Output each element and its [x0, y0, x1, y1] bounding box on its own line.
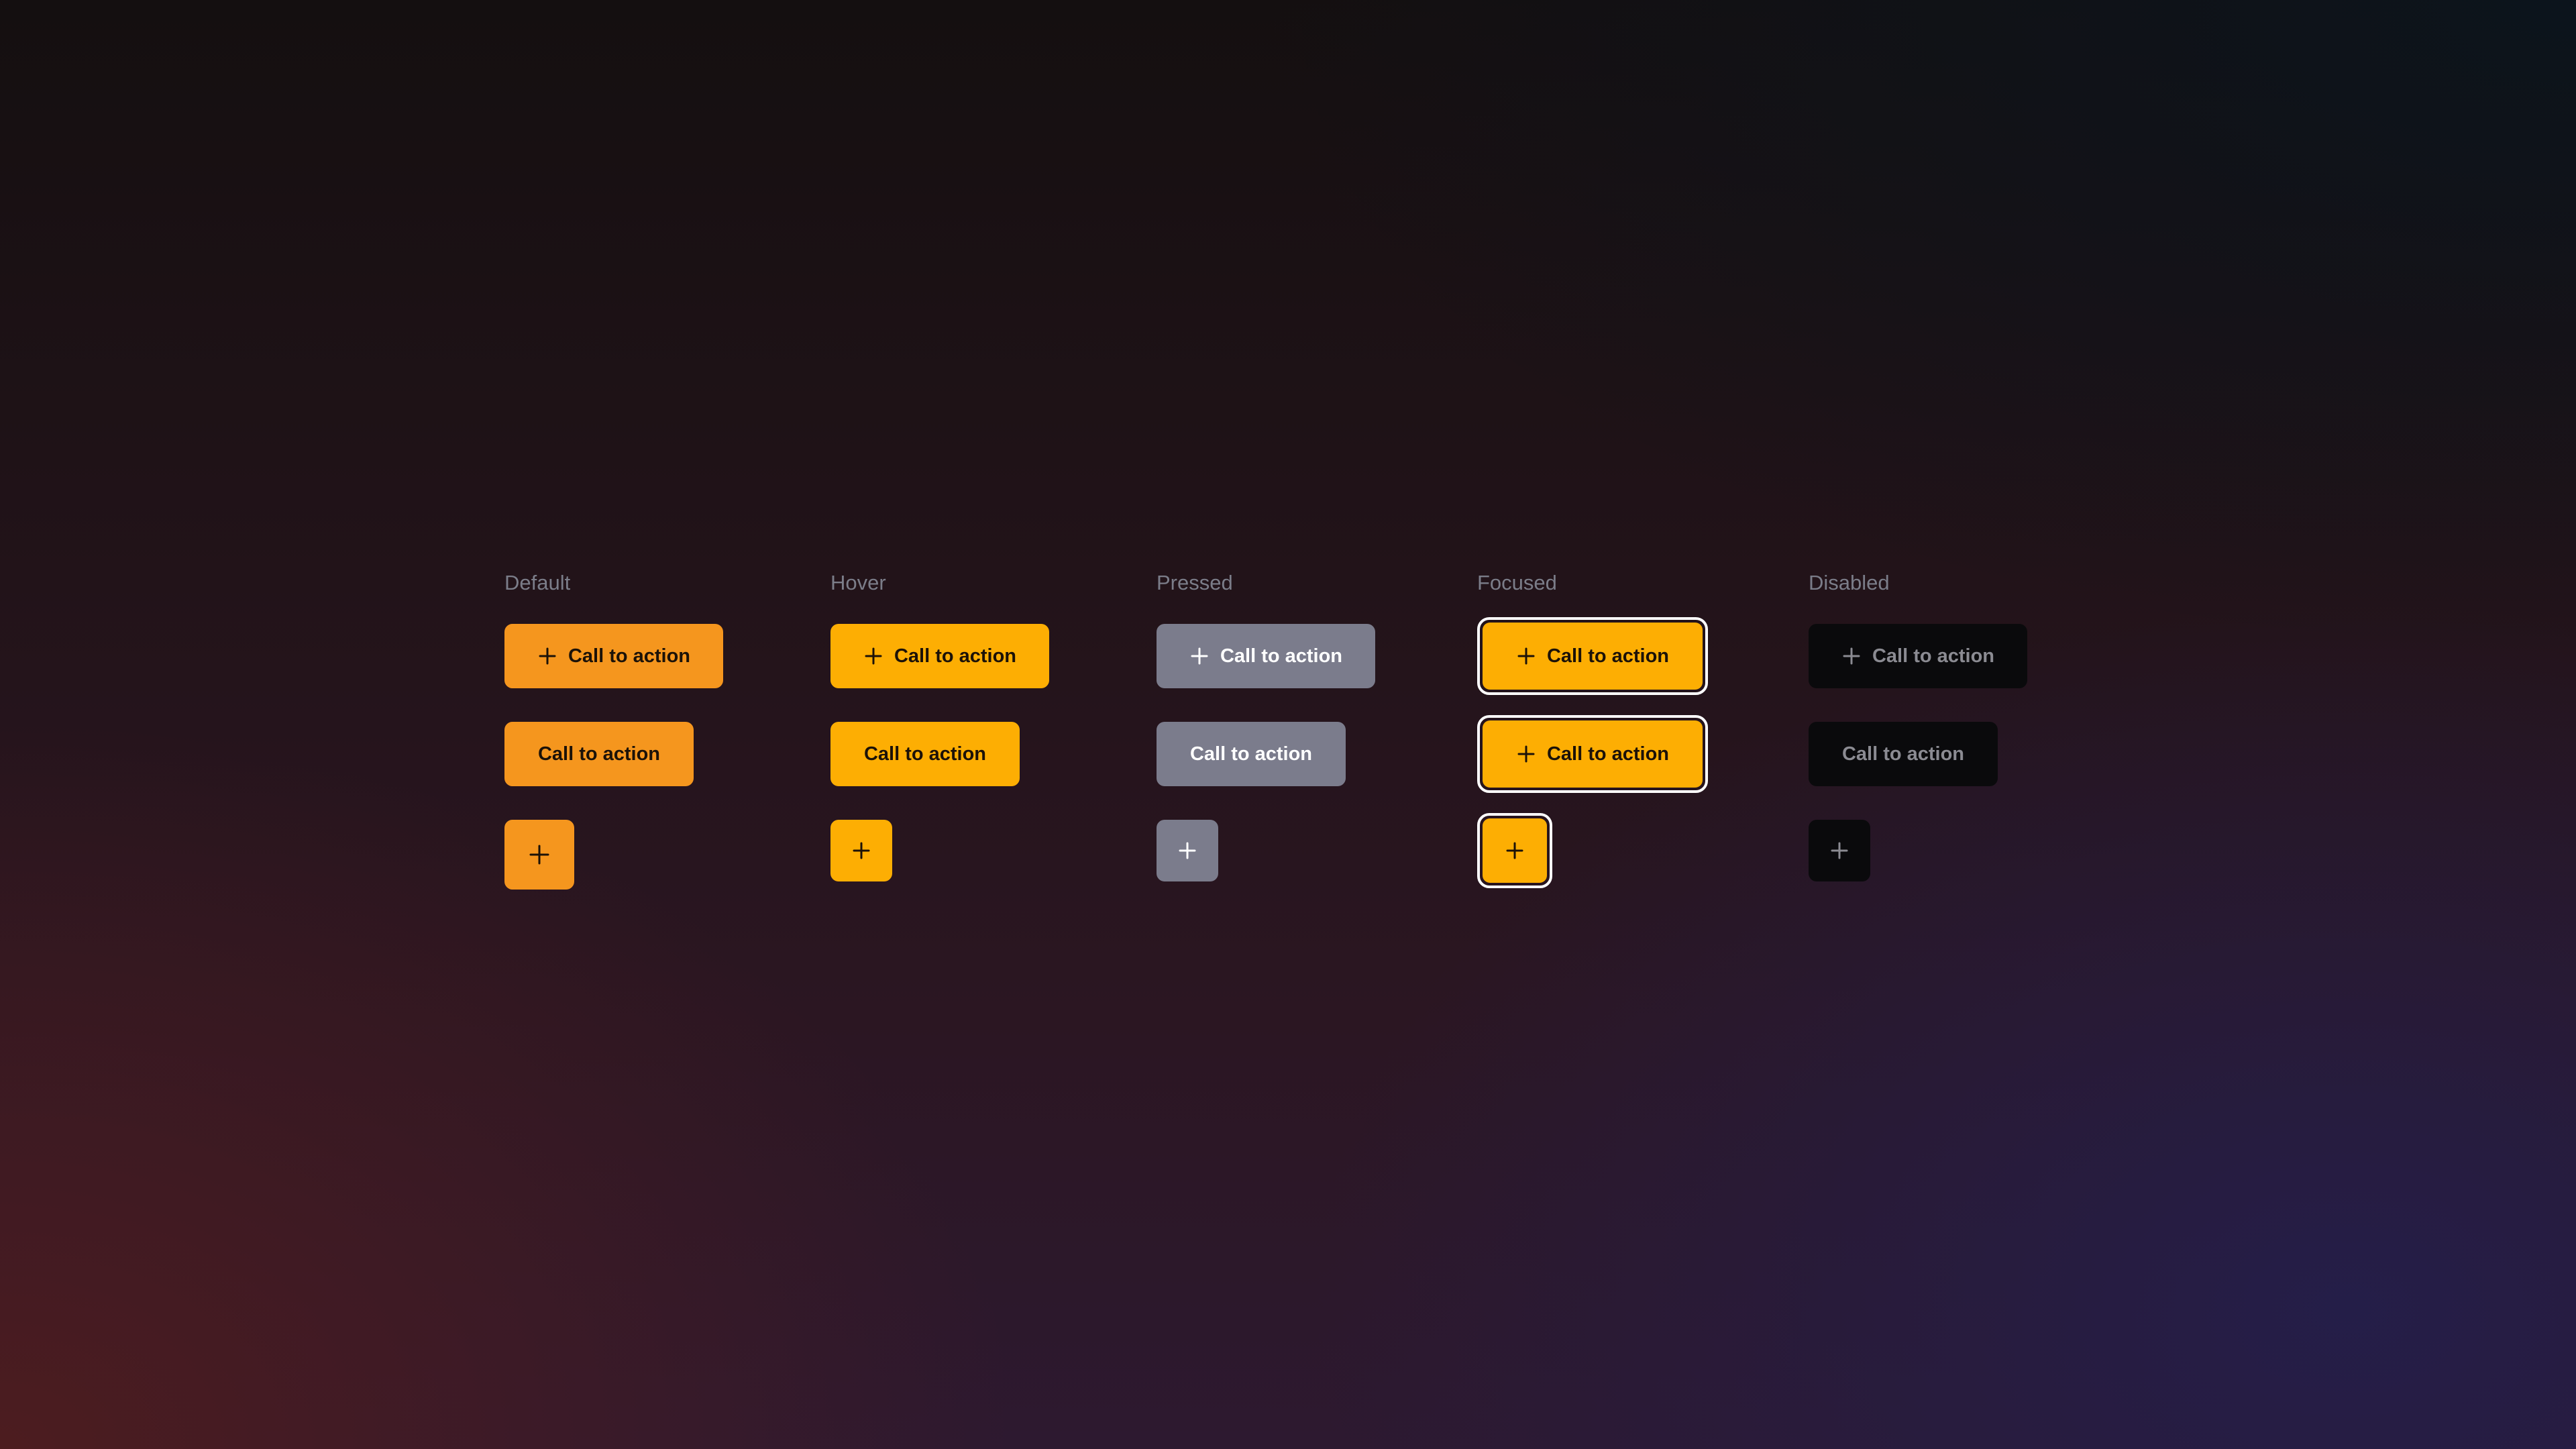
cta-button-label: Call to action — [894, 645, 1017, 667]
cta-button-text-pressed[interactable]: Call to action — [1157, 722, 1346, 786]
plus-icon — [863, 646, 883, 666]
focus-ring: Call to action — [1477, 715, 1708, 793]
column-label-pressed: Pressed — [1157, 571, 1233, 594]
cta-icon-button-default[interactable] — [504, 820, 574, 890]
cta-button-with-icon-focused-alt[interactable]: Call to action — [1483, 720, 1703, 788]
plus-icon — [1516, 744, 1536, 764]
cta-button-label: Call to action — [1189, 743, 1313, 765]
cta-button-label: Call to action — [1546, 743, 1670, 765]
plus-icon — [529, 845, 549, 865]
focus-ring: Call to action — [1477, 617, 1708, 695]
cta-button-label: Call to action — [1841, 743, 1965, 765]
plus-icon — [1177, 841, 1197, 861]
cta-button-text-disabled: Call to action — [1809, 722, 1998, 786]
cta-button-label: Call to action — [568, 645, 691, 667]
cta-icon-button-hover[interactable] — [830, 820, 892, 881]
cta-button-with-icon-focused[interactable]: Call to action — [1483, 623, 1703, 690]
plus-icon — [1505, 841, 1525, 861]
column-label-disabled: Disabled — [1809, 571, 1890, 594]
cta-button-with-icon-pressed[interactable]: Call to action — [1157, 624, 1375, 688]
cta-icon-button-focused[interactable] — [1483, 818, 1547, 883]
cta-button-with-icon-hover[interactable]: Call to action — [830, 624, 1049, 688]
cta-button-with-icon-default[interactable]: Call to action — [504, 624, 723, 688]
column-label-hover: Hover — [830, 571, 886, 594]
plus-icon — [1516, 646, 1536, 666]
plus-icon — [851, 841, 871, 861]
cta-button-label: Call to action — [537, 743, 661, 765]
plus-icon — [1829, 841, 1849, 861]
column-label-default: Default — [504, 571, 571, 594]
cta-button-with-icon-disabled: Call to action — [1809, 624, 2027, 688]
plus-icon — [1189, 646, 1210, 666]
plus-icon — [1841, 646, 1862, 666]
cta-icon-button-pressed[interactable] — [1157, 820, 1218, 881]
cta-button-text-default[interactable]: Call to action — [504, 722, 694, 786]
cta-button-label: Call to action — [863, 743, 987, 765]
cta-button-label: Call to action — [1872, 645, 1995, 667]
focus-ring — [1477, 813, 1552, 888]
cta-button-label: Call to action — [1546, 645, 1670, 667]
plus-icon — [537, 646, 557, 666]
column-label-focused: Focused — [1477, 571, 1557, 594]
cta-button-text-hover[interactable]: Call to action — [830, 722, 1020, 786]
cta-icon-button-disabled — [1809, 820, 1870, 881]
cta-button-label: Call to action — [1220, 645, 1343, 667]
